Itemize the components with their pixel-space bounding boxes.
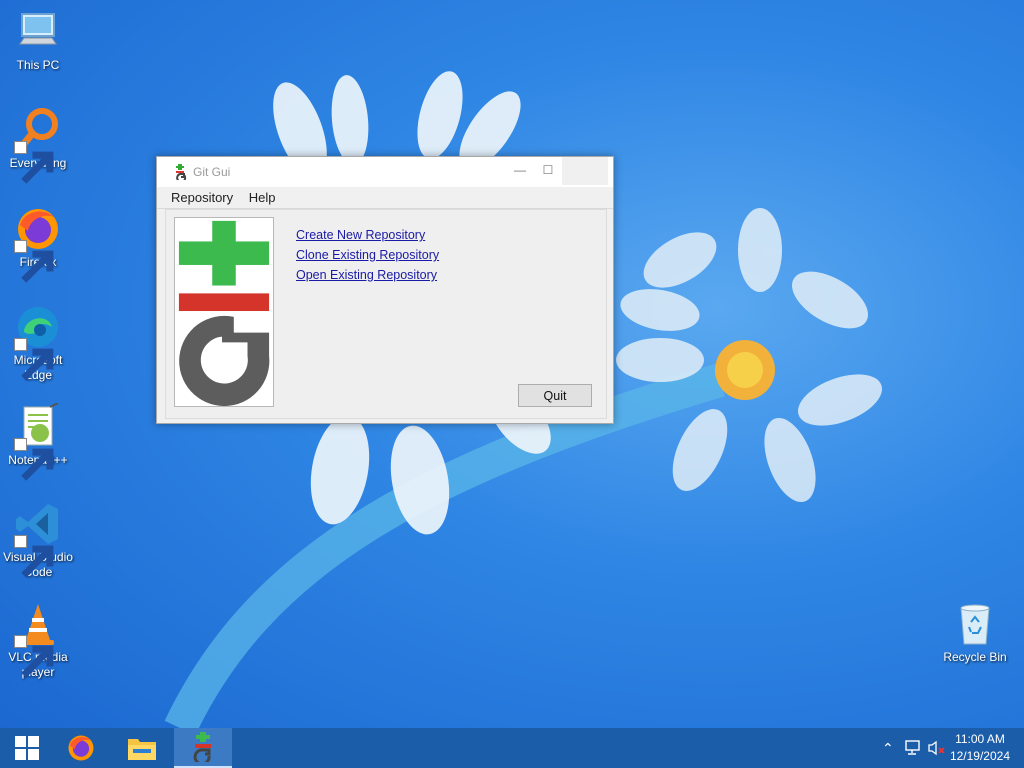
desktop-icon-label: Recycle Bin [943, 650, 1007, 664]
recycle-bin-icon [951, 600, 999, 648]
clone-existing-repository-link[interactable]: Clone Existing Repository [296, 245, 439, 265]
vscode-icon [14, 500, 62, 578]
shortcut-arrow-icon [14, 240, 54, 283]
desktop-icon-visual-studio-code[interactable]: Visual Studio Code [0, 500, 76, 580]
quit-button[interactable]: Quit [518, 384, 592, 407]
volume-muted-icon[interactable] [928, 740, 946, 759]
taskbar: ⌃ 11:00 AM 12/19/2024 [0, 728, 1024, 768]
desktop-icon-microsoft-edge[interactable]: Microsoft Edge [0, 303, 76, 383]
shortcut-arrow-icon [14, 438, 54, 481]
shortcut-arrow-icon [14, 141, 54, 184]
window-title: Git Gui [193, 165, 231, 179]
computer-icon [14, 8, 62, 56]
clock-date: 12/19/2024 [949, 749, 1010, 763]
windows-start-icon [15, 736, 39, 760]
taskbar-file-explorer-button[interactable] [115, 728, 169, 768]
desktop-icon-recycle-bin[interactable]: Recycle Bin [937, 600, 1013, 665]
close-button[interactable] [562, 157, 608, 185]
git-logo [174, 217, 274, 407]
menubar: Repository Help [157, 187, 613, 209]
create-new-repository-link[interactable]: Create New Repository [296, 225, 439, 245]
taskbar-firefox-button[interactable] [54, 728, 108, 768]
vlc-cone-icon [14, 600, 62, 678]
desktop-icon-this-pc[interactable]: This PC [0, 8, 76, 73]
chevron-up-icon[interactable]: ⌃ [882, 740, 894, 757]
desktop-icon-notepad-plus-plus[interactable]: Notepad++ [0, 403, 76, 481]
menu-help[interactable]: Help [243, 187, 282, 205]
file-explorer-icon [128, 739, 156, 760]
git-gui-app-icon [176, 164, 187, 180]
git-gui-window: Git Gui — ☐ Repository Help Create New R… [156, 156, 614, 424]
desktop-icon-vlc[interactable]: VLC media player [0, 600, 76, 680]
clock-time: 11:00 AM [955, 732, 1005, 746]
menu-repository[interactable]: Repository [165, 187, 239, 205]
action-links: Create New Repository Clone Existing Rep… [296, 225, 439, 285]
maximize-button[interactable]: ☐ [533, 157, 563, 185]
desktop-icon-firefox[interactable]: Firefox [0, 205, 76, 283]
git-gui-icon [193, 732, 211, 762]
window-titlebar[interactable]: Git Gui — ☐ [157, 157, 613, 187]
desktop-icon-label: This PC [16, 58, 60, 72]
open-existing-repository-link[interactable]: Open Existing Repository [296, 265, 439, 285]
edge-icon [14, 303, 62, 381]
desktop-icon-everything[interactable]: Everything [0, 106, 76, 184]
minimize-button[interactable]: — [505, 157, 535, 185]
firefox-icon [14, 205, 62, 283]
magnifier-icon [14, 106, 62, 184]
firefox-icon [68, 735, 94, 761]
notepad-plus-plus-icon [14, 403, 62, 481]
window-content: Create New Repository Clone Existing Rep… [165, 209, 607, 419]
system-clock[interactable]: 11:00 AM 12/19/2024 [950, 731, 1010, 765]
shortcut-arrow-icon [14, 535, 54, 578]
shortcut-arrow-icon [14, 338, 54, 381]
start-button[interactable] [0, 728, 54, 768]
taskbar-git-gui-button[interactable] [174, 728, 232, 768]
network-icon[interactable] [904, 740, 922, 759]
shortcut-arrow-icon [14, 635, 54, 678]
